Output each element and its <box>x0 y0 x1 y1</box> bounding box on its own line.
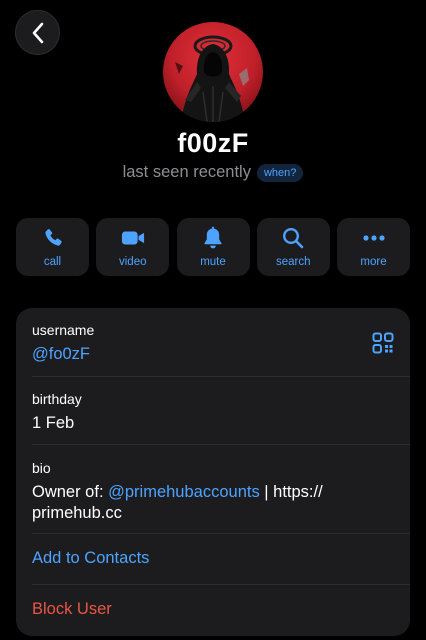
bio-text: Owner of: @primehubaccounts | https:// pr… <box>32 482 394 524</box>
bio-url-part1[interactable]: | https:// <box>260 483 322 501</box>
magnifier-icon <box>283 227 304 249</box>
birthday-label: birthday <box>32 391 82 407</box>
video-label: video <box>119 256 147 268</box>
divider <box>32 533 410 534</box>
video-button[interactable]: video <box>96 218 170 276</box>
phone-icon <box>44 229 62 246</box>
block-user-button[interactable]: Block User <box>32 600 410 619</box>
search-label: search <box>275 256 311 268</box>
add-to-contacts-button[interactable]: Add to Contacts <box>32 549 410 568</box>
chevron-left-icon <box>32 22 43 43</box>
more-label: more <box>360 256 387 268</box>
divider <box>32 444 410 445</box>
username-value[interactable]: @fo0zF <box>32 344 394 365</box>
qr-code-button[interactable] <box>372 332 394 359</box>
bell-icon <box>204 226 222 249</box>
more-button[interactable]: more <box>337 218 410 276</box>
contact-name: f00zF <box>177 128 249 158</box>
username-row[interactable]: username @fo0zF <box>32 322 410 365</box>
last-seen-status: last seen recently <box>122 163 251 181</box>
bio-url-part2[interactable]: primehub.cc <box>32 504 122 522</box>
bio-mention-link[interactable]: @primehubaccounts <box>108 483 260 501</box>
divider <box>32 376 410 377</box>
video-camera-icon <box>121 231 144 245</box>
username-label: username <box>32 322 95 338</box>
info-card: username @fo0zF birthday 1 Feb bio Owner… <box>16 308 410 636</box>
call-button[interactable]: call <box>16 218 89 276</box>
when-badge-button[interactable]: when? <box>256 163 304 182</box>
birthday-value: 1 Feb <box>32 414 75 432</box>
action-bar: call video mute search more <box>16 218 410 276</box>
block-user-label: Block User <box>32 600 112 618</box>
divider <box>32 584 410 585</box>
ellipsis-icon <box>362 235 385 241</box>
qr-code-icon <box>372 332 394 354</box>
bio-row: bio Owner of: @primehubaccounts | https:… <box>32 460 410 524</box>
back-button[interactable] <box>15 10 60 55</box>
add-to-contacts-label: Add to Contacts <box>32 549 150 567</box>
avatar[interactable] <box>163 22 263 122</box>
last-seen-row: last seen recently when? <box>0 163 426 182</box>
search-button[interactable]: search <box>256 218 330 276</box>
call-label: call <box>43 256 62 268</box>
bio-label: bio <box>32 460 51 476</box>
birthday-row: birthday 1 Feb <box>32 391 410 434</box>
bio-prefix: Owner of: <box>32 483 109 501</box>
mute-label: mute <box>200 256 226 268</box>
mute-button[interactable]: mute <box>176 218 250 276</box>
dark-hooded-figure-avatar <box>163 22 263 122</box>
